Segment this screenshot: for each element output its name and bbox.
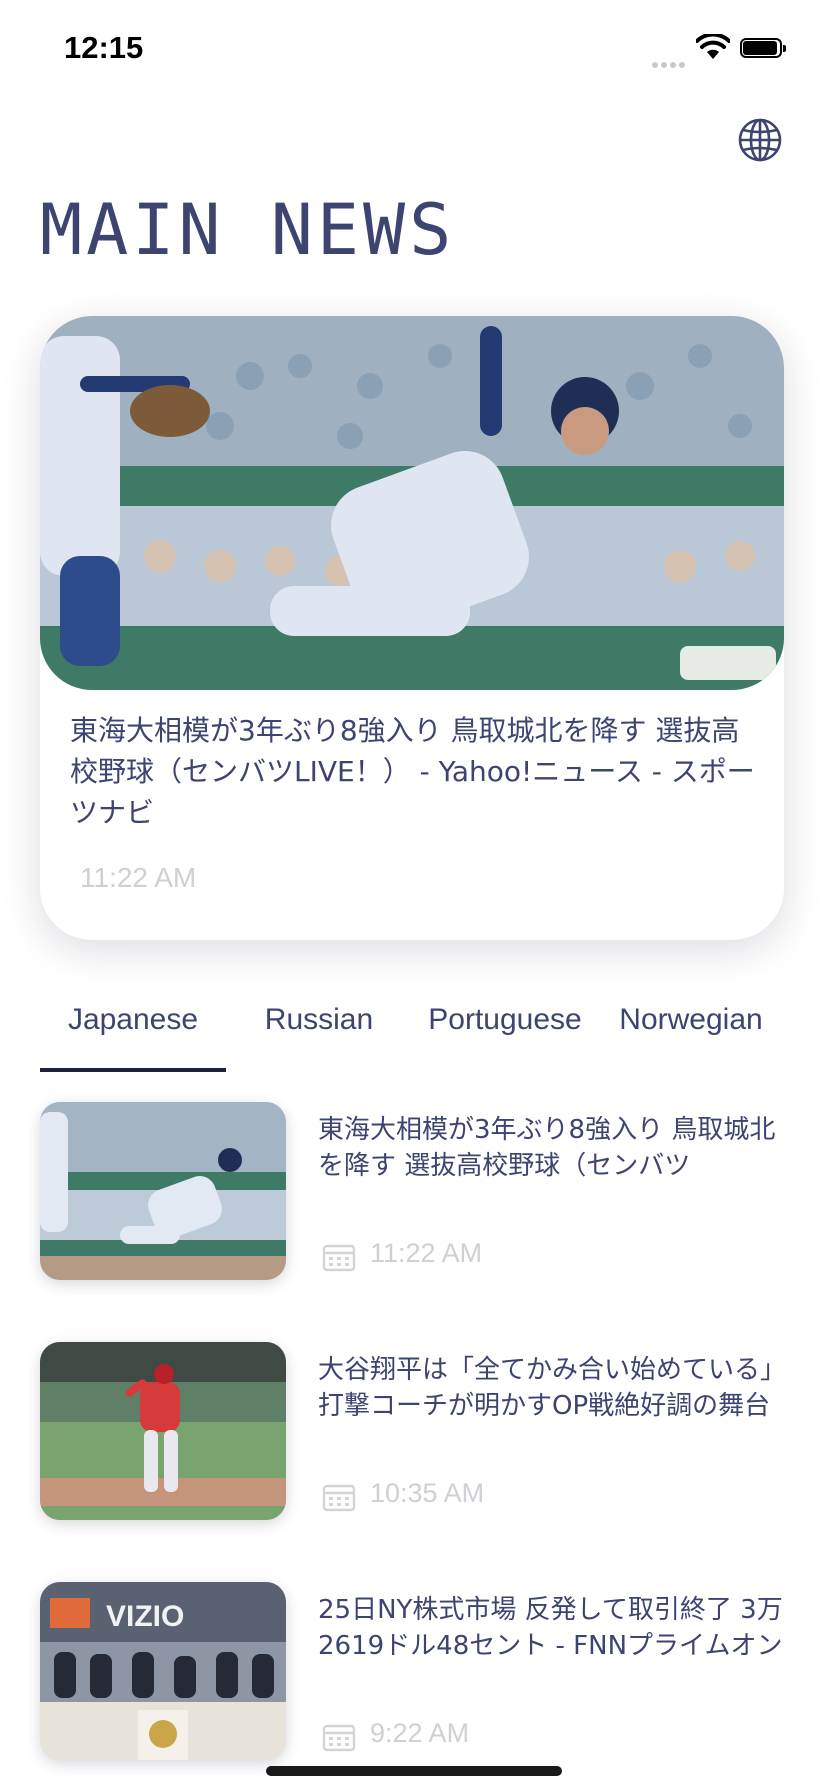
featured-news-image — [40, 316, 784, 690]
page-title: MAIN NEWS — [40, 189, 456, 271]
tab-norwegian[interactable]: Norwegian — [598, 1000, 784, 1040]
news-thumbnail: VIZIO — [40, 1582, 286, 1760]
language-button[interactable] — [736, 116, 784, 164]
featured-time: 11:22 AM — [80, 862, 197, 893]
status-bar: 12:15 — [0, 0, 828, 100]
calendar-icon — [322, 1724, 356, 1752]
language-tabs: Japanese Russian Portuguese Norwegian — [40, 1000, 784, 1072]
globe-icon — [738, 118, 782, 162]
news-time: 9:22 AM — [370, 1718, 470, 1748]
home-indicator[interactable] — [266, 1766, 562, 1776]
news-headline: 東海大相模が3年ぶり8強入り 鳥取城北を降す 選抜高校野球（センバツ — [318, 1115, 776, 1181]
news-thumbnail — [40, 1342, 286, 1520]
news-time: 10:35 AM — [370, 1478, 485, 1508]
list-item[interactable]: VIZIO 25日NY株式市場 反発して取引終了 3万2619ドル48セント -… — [40, 1582, 790, 1762]
news-headline: 25日NY株式市場 反発して取引終了 3万2619ドル48セント - FNNプラ… — [318, 1595, 783, 1661]
news-thumbnail — [40, 1102, 286, 1280]
tab-indicator — [40, 1068, 226, 1072]
status-time: 12:15 — [64, 30, 144, 65]
calendar-icon — [322, 1244, 356, 1272]
calendar-icon — [322, 1484, 356, 1512]
list-item[interactable]: 東海大相模が3年ぶり8強入り 鳥取城北を降す 選抜高校野球（センバツ 11:22… — [40, 1102, 790, 1282]
tab-portuguese[interactable]: Portuguese — [412, 1000, 598, 1040]
featured-headline: 東海大相模が3年ぶり8強入り 鳥取城北を降す 選抜高校野球（センバツLIVE！）… — [70, 714, 755, 829]
battery-icon — [740, 38, 786, 60]
cellular-signal-icon — [652, 53, 688, 72]
wifi-icon — [696, 34, 730, 59]
tab-japanese[interactable]: Japanese — [40, 1000, 226, 1040]
featured-news-card[interactable]: 東海大相模が3年ぶり8強入り 鳥取城北を降す 選抜高校野球（センバツLIVE！）… — [40, 316, 784, 940]
svg-text:VIZIO: VIZIO — [106, 1600, 184, 1633]
news-time: 11:22 AM — [370, 1238, 483, 1268]
news-headline: 大谷翔平は「全てかみ合い始めている」打撃コーチが明かすOP戦絶好調の舞台 — [318, 1355, 787, 1421]
tab-russian[interactable]: Russian — [226, 1000, 412, 1040]
list-item[interactable]: 大谷翔平は「全てかみ合い始めている」打撃コーチが明かすOP戦絶好調の舞台 10:… — [40, 1342, 790, 1522]
